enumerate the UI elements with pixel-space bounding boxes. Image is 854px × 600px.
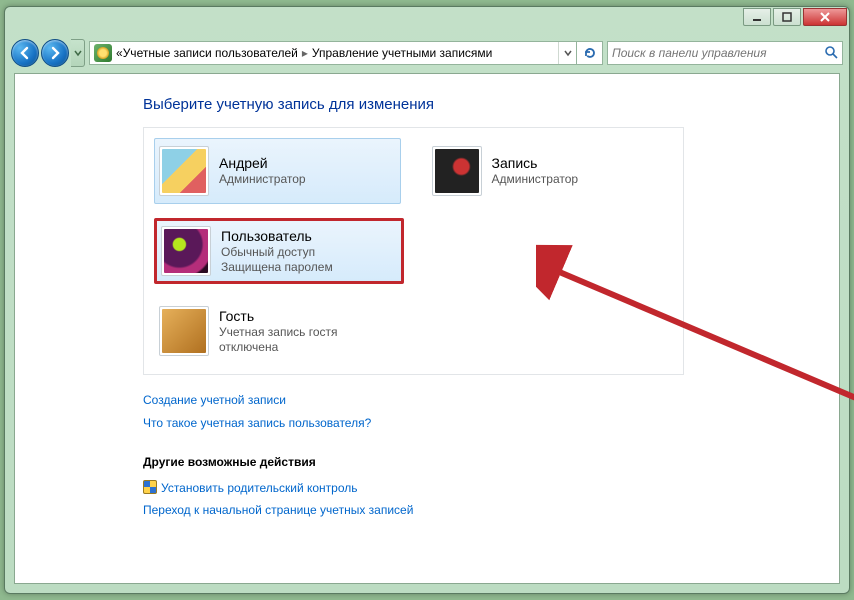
- avatar: [161, 226, 211, 276]
- back-button[interactable]: [11, 39, 39, 67]
- address-bar[interactable]: « Учетные записи пользователей ▸ Управле…: [89, 41, 577, 65]
- search-icon: [824, 45, 838, 62]
- account-name: Запись: [492, 155, 579, 171]
- address-dropdown[interactable]: [558, 42, 576, 64]
- account-role: Администратор: [219, 172, 306, 187]
- account-name: Андрей: [219, 155, 306, 171]
- account-role: Обычный доступ: [221, 245, 333, 260]
- content: Выберите учетную запись для изменения Ан…: [15, 74, 839, 522]
- breadcrumb-prefix: «: [116, 46, 123, 60]
- breadcrumb-1[interactable]: Учетные записи пользователей: [123, 46, 298, 60]
- account-name: Гость: [219, 308, 399, 324]
- link-create-account[interactable]: Создание учетной записи: [143, 389, 839, 412]
- other-actions-header: Другие возможные действия: [143, 455, 839, 469]
- shield-icon: [143, 480, 157, 494]
- page-heading: Выберите учетную запись для изменения: [143, 96, 839, 113]
- titlebar: [5, 7, 849, 35]
- link-what-is-account[interactable]: Что такое учетная запись пользователя?: [143, 412, 839, 435]
- link-parental-controls[interactable]: Установить родительский контроль: [143, 477, 839, 500]
- account-role: Администратор: [492, 172, 579, 187]
- avatar: [159, 306, 209, 356]
- window-frame: « Учетные записи пользователей ▸ Управле…: [4, 6, 850, 594]
- close-button[interactable]: [803, 8, 847, 26]
- account-user[interactable]: Пользователь Обычный доступ Защищена пар…: [154, 218, 404, 284]
- account-role: Учетная запись гостя отключена: [219, 325, 399, 355]
- chevron-right-icon: ▸: [302, 46, 308, 60]
- nav-row: « Учетные записи пользователей ▸ Управле…: [11, 37, 843, 69]
- avatar: [159, 146, 209, 196]
- minimize-button[interactable]: [743, 8, 771, 26]
- accounts-panel: Андрей Администратор Запись Администрато…: [143, 127, 684, 375]
- account-zapis[interactable]: Запись Администратор: [427, 138, 674, 204]
- search-input[interactable]: [612, 46, 824, 60]
- account-extra: Защищена паролем: [221, 260, 333, 275]
- forward-button[interactable]: [41, 39, 69, 67]
- breadcrumb-2[interactable]: Управление учетными записями: [312, 46, 492, 60]
- account-name: Пользователь: [221, 228, 333, 244]
- client-area: Выберите учетную запись для изменения Ан…: [14, 73, 840, 584]
- link-accounts-home[interactable]: Переход к начальной странице учетных зап…: [143, 499, 839, 522]
- account-guest[interactable]: Гость Учетная запись гостя отключена: [154, 298, 404, 364]
- maximize-button[interactable]: [773, 8, 801, 26]
- links-block: Создание учетной записи Что такое учетна…: [143, 389, 839, 435]
- control-panel-icon: [94, 44, 112, 62]
- account-andrey[interactable]: Андрей Администратор: [154, 138, 401, 204]
- refresh-button[interactable]: [577, 41, 603, 65]
- search-box[interactable]: [607, 41, 843, 65]
- nav-history-button[interactable]: [71, 39, 85, 67]
- avatar: [432, 146, 482, 196]
